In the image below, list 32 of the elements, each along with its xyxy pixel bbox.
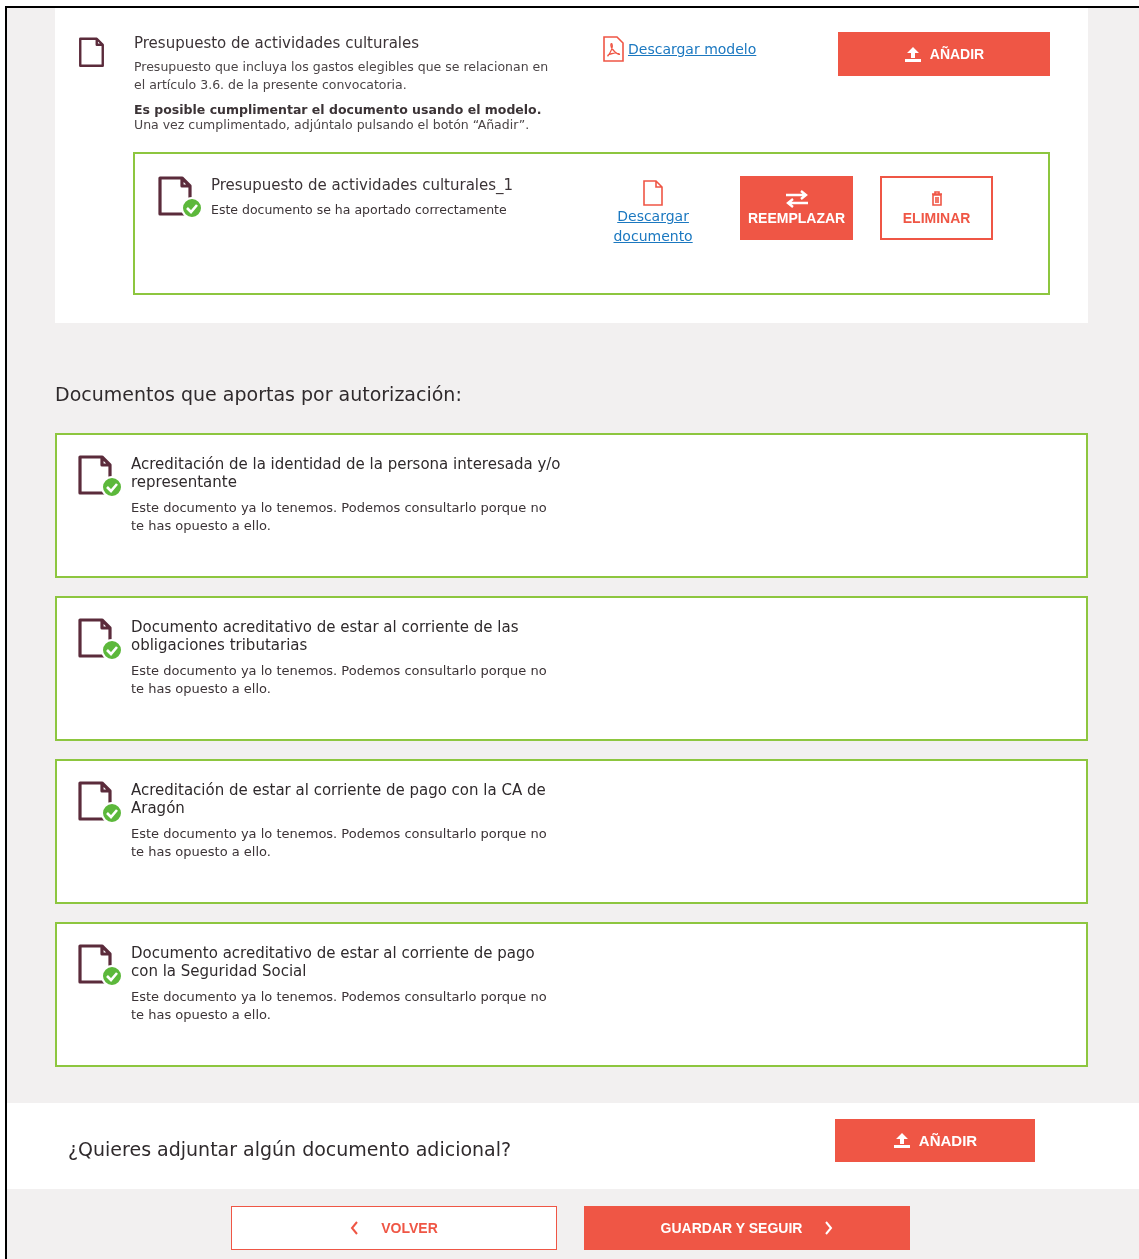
document-status: Este documento ya lo tenemos. Podemos consultarlo porque no te has opuesto a ello.	[131, 825, 548, 861]
document-title: Presupuesto de actividades culturales	[134, 34, 421, 52]
trash-icon	[930, 190, 943, 206]
download-document-link[interactable]: Descargar documento	[608, 180, 699, 246]
document-status: Este documento ya lo tenemos. Podemos consultarlo porque no te has opuesto a ello.	[131, 499, 548, 535]
save-continue-button[interactable]: GUARDAR Y SEGUIR	[584, 1206, 910, 1250]
pdf-file-icon	[602, 36, 624, 62]
chevron-left-icon	[350, 1221, 360, 1235]
section-heading: Documentos que aportas por autorización:	[55, 383, 463, 405]
file-name: Presupuesto de actividades culturales_1	[211, 176, 514, 194]
document-status: Este documento ya lo tenemos. Podemos consultarlo porque no te has opuesto a ello.	[131, 662, 548, 698]
additional-question: ¿Quieres adjuntar algún documento adicional?	[68, 1138, 512, 1160]
upload-icon	[903, 45, 922, 63]
upload-icon	[892, 1131, 911, 1149]
replace-button[interactable]: REEMPLAZAR	[740, 176, 854, 240]
file-status: Este documento se ha aportado correctamente	[211, 202, 508, 217]
document-title: Documento acreditativo de estar al corriente de pago con la Seguridad Social	[131, 944, 536, 980]
add-button[interactable]: AÑADIR	[835, 1118, 1035, 1162]
document-title: Documento acreditativo de estar al corriente de las obligaciones tributarias	[131, 618, 520, 654]
note-text: Es posible cumplimentar el documento usando el modelo.	[134, 102, 543, 117]
document-description: Presupuesto que incluya los gastos elegibles que se relacionan en el artículo 3.6. de la presente convocatoria.	[134, 58, 550, 94]
note-text: Una vez cumplimentado, adjúntalo pulsando el botón “Añadir”.	[134, 117, 531, 132]
download-model-link[interactable]: Descargar modelo	[602, 36, 757, 62]
swap-arrows-icon	[783, 190, 810, 208]
document-status: Este documento ya lo tenemos. Podemos consultarlo porque no te has opuesto a ello.	[131, 988, 548, 1024]
delete-button[interactable]: ELIMINAR	[880, 176, 994, 240]
document-title: Acreditación de estar al corriente de pago con la CA de Aragón	[131, 781, 547, 817]
add-button[interactable]: AÑADIR	[838, 32, 1050, 76]
file-icon	[642, 180, 665, 206]
document-title: Acreditación de la identidad de la persona interesada y/o representante	[131, 455, 561, 491]
chevron-right-icon	[824, 1221, 834, 1235]
back-button[interactable]: VOLVER	[231, 1206, 557, 1250]
